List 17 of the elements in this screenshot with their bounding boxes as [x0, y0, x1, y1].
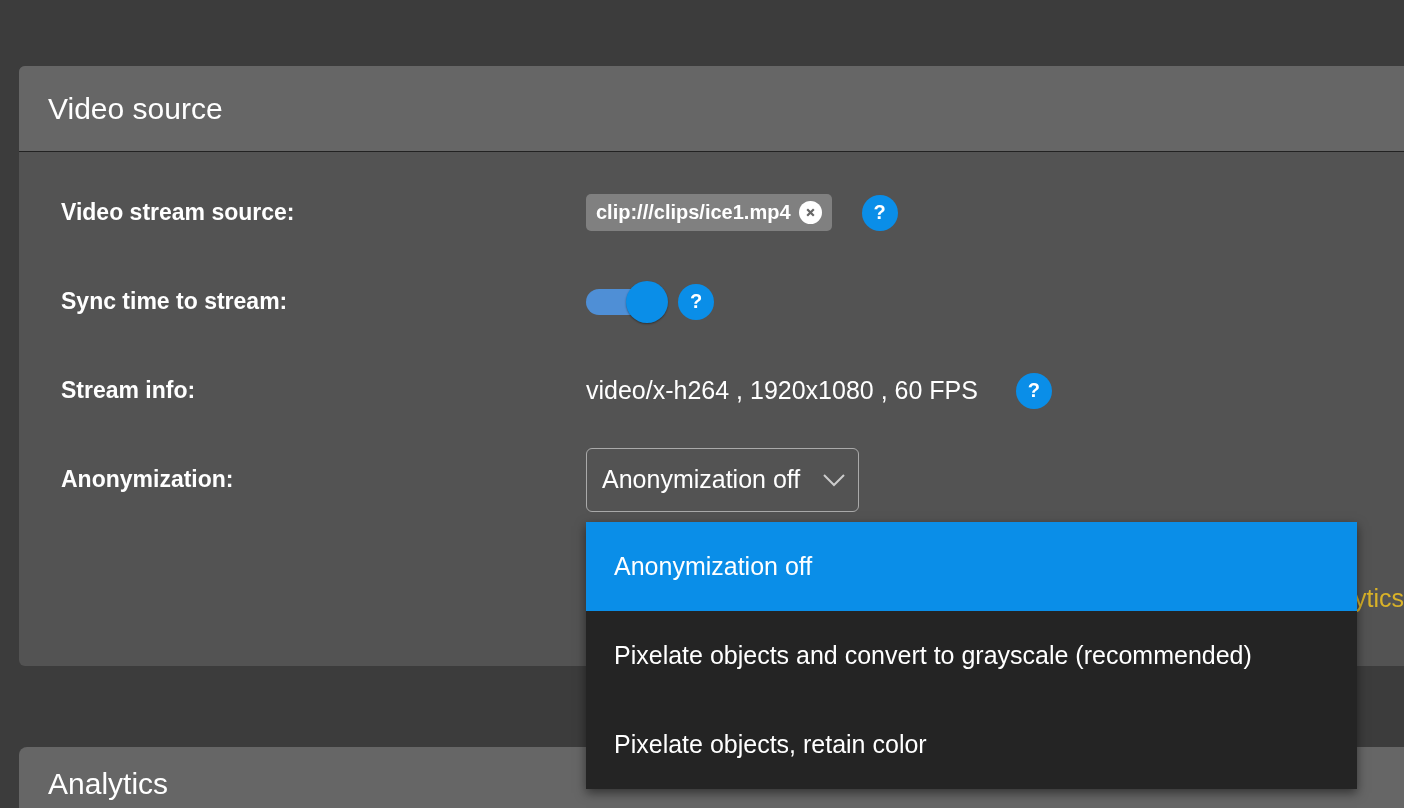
dropdown-option[interactable]: Anonymization off — [586, 522, 1357, 611]
help-button[interactable]: ? — [678, 283, 714, 320]
dropdown-option[interactable]: Pixelate objects, retain color — [586, 700, 1357, 789]
dropdown-option[interactable]: Pixelate objects and convert to grayscale (recommended) — [586, 611, 1357, 700]
source-chip: clip:///clips/ice1.mp4 — [586, 194, 832, 231]
anonymization-select[interactable]: Anonymization off — [586, 447, 860, 512]
stream-info-text: video/x-h264 , 1920x1080 , 60 FPS — [586, 376, 978, 405]
help-button[interactable]: ? — [1015, 372, 1052, 409]
field-label: Stream info: — [61, 377, 197, 404]
close-icon[interactable] — [798, 201, 822, 224]
field-label: Video stream source: — [61, 199, 296, 226]
field-label: Sync time to stream: — [61, 288, 289, 315]
chevron-down-icon — [822, 472, 847, 487]
help-button[interactable]: ? — [861, 194, 898, 231]
card-title: Analytics — [48, 767, 170, 801]
card-title: Video source — [48, 91, 223, 126]
field-label: Anonymization: — [61, 466, 235, 493]
